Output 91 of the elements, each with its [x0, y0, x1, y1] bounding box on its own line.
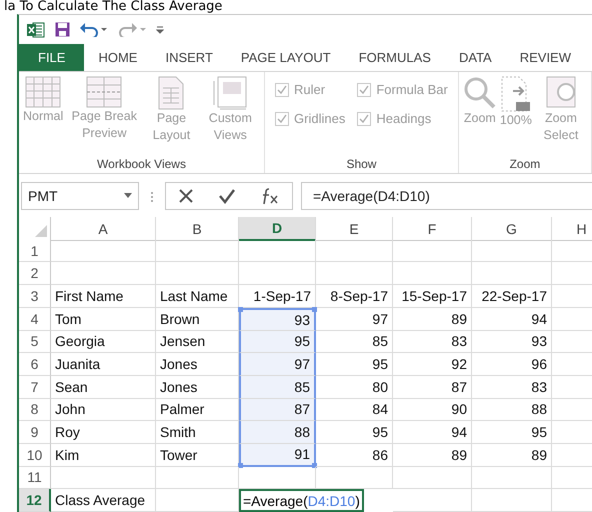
- row-header[interactable]: 1: [19, 240, 51, 262]
- table-cell: 93: [472, 330, 552, 354]
- tick-icon: [277, 84, 288, 95]
- table-cell: 84: [316, 398, 393, 422]
- table-cell: 95: [472, 421, 552, 444]
- row-header[interactable]: 2: [19, 262, 51, 286]
- file-tab[interactable]: FILE: [19, 44, 84, 72]
- column-header[interactable]: D: [239, 217, 316, 242]
- table-cell: John: [51, 398, 156, 422]
- table-cell: Kim: [51, 444, 156, 467]
- table-cell: 83: [393, 330, 472, 354]
- table-cell: Roy: [51, 421, 156, 444]
- table-cell: 96: [472, 353, 552, 376]
- ribbon-tab[interactable]: PAGE LAYOUT: [226, 44, 345, 72]
- row-header[interactable]: 4: [19, 308, 51, 331]
- table-cell: 88: [239, 421, 316, 444]
- column-header[interactable]: F: [393, 217, 472, 242]
- tick-icon: [277, 114, 288, 124]
- column-header[interactable]: E: [316, 217, 393, 242]
- custom-views-icon: [212, 76, 248, 110]
- table-cell: 89: [472, 444, 552, 467]
- column-header[interactable]: B: [156, 217, 239, 242]
- row-header[interactable]: 6: [19, 353, 51, 376]
- group-label: Show: [345, 156, 378, 173]
- spreadsheet-app-icon[interactable]: [27, 22, 45, 38]
- ribbon-tab[interactable]: INSERT: [151, 44, 227, 72]
- tick-icon: [359, 84, 370, 95]
- table-cell: 8-Sep-17: [316, 285, 393, 308]
- cancel-icon[interactable]: [178, 188, 194, 204]
- table-cell: 83: [472, 376, 552, 399]
- save-icon[interactable]: [55, 22, 70, 38]
- row-header[interactable]: 11: [19, 466, 51, 490]
- table-cell: First Name: [51, 285, 156, 308]
- row-header[interactable]: 8: [19, 398, 51, 422]
- table-cell: 87: [239, 398, 316, 422]
- group-label: Zoom: [508, 156, 542, 173]
- table-cell: 89: [393, 444, 472, 467]
- magnifier-icon: [462, 76, 497, 110]
- page-heading: la To Calculate The Class Average: [3, 0, 224, 14]
- ribbon-tab[interactable]: REVIEW: [506, 44, 586, 72]
- table-cell: 97: [316, 308, 393, 331]
- grid-view-icon: [25, 76, 62, 108]
- table-cell: 95: [316, 353, 393, 376]
- tick-icon: [359, 114, 370, 124]
- table-cell: Class Average: [51, 489, 156, 512]
- column-header[interactable]: G: [472, 217, 552, 242]
- table-cell: 94: [472, 308, 552, 331]
- table-cell: 22-Sep-17: [472, 285, 552, 308]
- name-box[interactable]: PMT: [21, 182, 139, 210]
- row-header[interactable]: 7: [19, 376, 51, 399]
- page-break-icon: [86, 76, 122, 108]
- undo-icon[interactable]: [80, 22, 108, 38]
- cell-editor[interactable]: =Average(D4:D10): [239, 489, 364, 512]
- page-layout-icon: [158, 76, 184, 110]
- ribbon-tab[interactable]: FORMULAS: [344, 44, 445, 72]
- formula-field[interactable]: =Average(D4:D10): [301, 182, 592, 210]
- table-cell: 93: [239, 308, 316, 331]
- row-header[interactable]: 5: [19, 330, 51, 354]
- table-cell: 91: [239, 444, 316, 467]
- table-cell: 87: [393, 376, 472, 399]
- table-cell: Sean: [51, 376, 156, 399]
- column-header[interactable]: A: [51, 217, 156, 242]
- customize-icon[interactable]: [156, 26, 164, 34]
- table-cell: Juanita: [51, 353, 156, 376]
- insert-function-icon[interactable]: [260, 186, 280, 205]
- table-cell: 94: [393, 421, 472, 444]
- check-icon[interactable]: [218, 188, 236, 204]
- table-cell: 88: [472, 398, 552, 422]
- table-cell: 86: [316, 444, 393, 467]
- row-header[interactable]: 12: [19, 489, 51, 512]
- row-header[interactable]: 3: [19, 285, 51, 308]
- table-cell: Tom: [51, 308, 156, 331]
- table-cell: 80: [316, 376, 393, 399]
- ribbon-tab[interactable]: DATA: [444, 44, 506, 72]
- page-arrow-icon: [500, 76, 531, 112]
- row-header[interactable]: 10: [19, 444, 51, 467]
- table-cell: 15-Sep-17: [393, 285, 472, 308]
- table-cell: Georgia: [51, 330, 156, 354]
- row-header[interactable]: 9: [19, 421, 51, 444]
- table-cell: 89: [393, 308, 472, 331]
- zoom-selection-icon: [546, 76, 576, 110]
- table-cell: 92: [393, 353, 472, 376]
- group-label: Workbook Views: [96, 156, 187, 173]
- table-cell: 85: [239, 376, 316, 399]
- table-cell: 97: [239, 353, 316, 376]
- table-cell: 95: [239, 330, 316, 354]
- table-cell: Last Name: [156, 285, 239, 308]
- table-cell: 90: [393, 398, 472, 422]
- table-cell: 95: [316, 421, 393, 444]
- table-cell: 85: [316, 330, 393, 354]
- ribbon-tab[interactable]: HOME: [84, 44, 152, 72]
